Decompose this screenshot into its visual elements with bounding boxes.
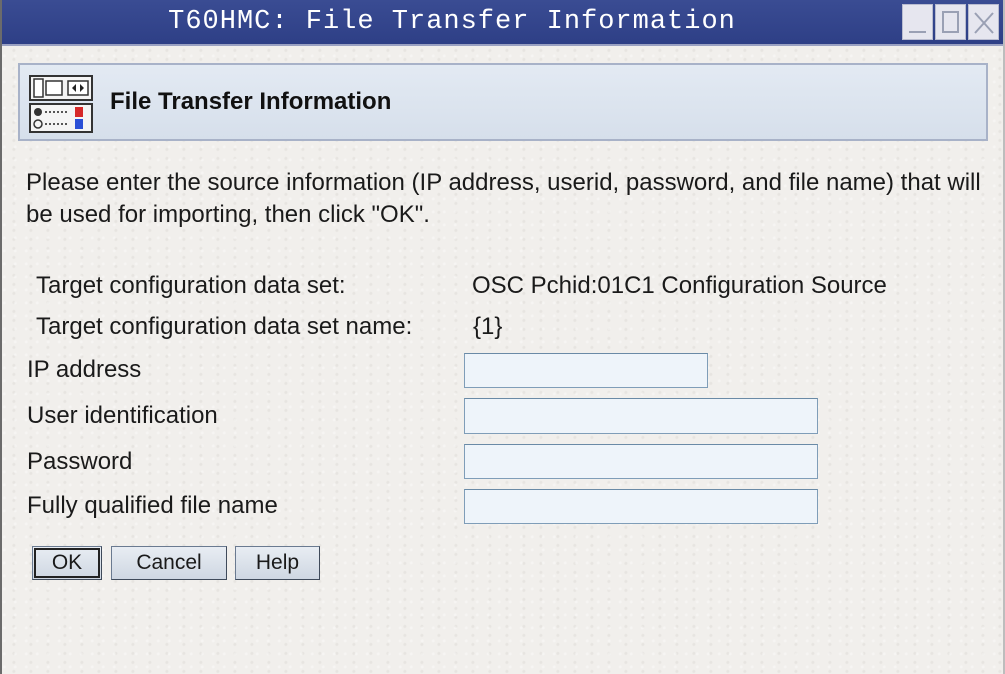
password-input[interactable] <box>464 444 818 479</box>
ip-address-label: IP address <box>27 356 142 383</box>
hardware-panel-icon <box>29 75 93 133</box>
cancel-button[interactable]: Cancel <box>111 546 227 580</box>
file-name-label: Fully qualified file name <box>27 492 278 519</box>
close-button[interactable] <box>968 4 999 40</box>
maximize-button[interactable] <box>935 4 966 40</box>
minimize-icon <box>909 31 926 33</box>
close-icon <box>974 12 994 34</box>
target-data-set-label: Target configuration data set: <box>36 272 346 299</box>
maximize-icon <box>942 11 959 33</box>
target-data-set-value: OSC Pchid:01C1 Configuration Source <box>472 272 887 299</box>
password-label: Password <box>27 448 133 475</box>
help-button[interactable]: Help <box>235 546 320 580</box>
file-transfer-window: T60HMC: File Transfer Information File T… <box>0 0 1005 674</box>
user-identification-label: User identification <box>27 402 218 429</box>
file-name-input[interactable] <box>464 489 818 524</box>
page-title: File Transfer Information <box>110 88 392 115</box>
ok-button[interactable]: OK <box>32 546 102 580</box>
target-data-set-name-label: Target configuration data set name: <box>36 313 413 340</box>
target-data-set-name-value: {1} <box>473 313 503 340</box>
header-panel: File Transfer Information <box>18 63 988 141</box>
title-bar[interactable]: T60HMC: File Transfer Information <box>2 0 1003 46</box>
minimize-button[interactable] <box>902 4 933 40</box>
user-identification-input[interactable] <box>464 398 818 434</box>
ip-address-input[interactable] <box>464 353 708 388</box>
window-title: T60HMC: File Transfer Information <box>168 7 736 37</box>
instructions-text: Please enter the source information (IP … <box>26 169 981 228</box>
